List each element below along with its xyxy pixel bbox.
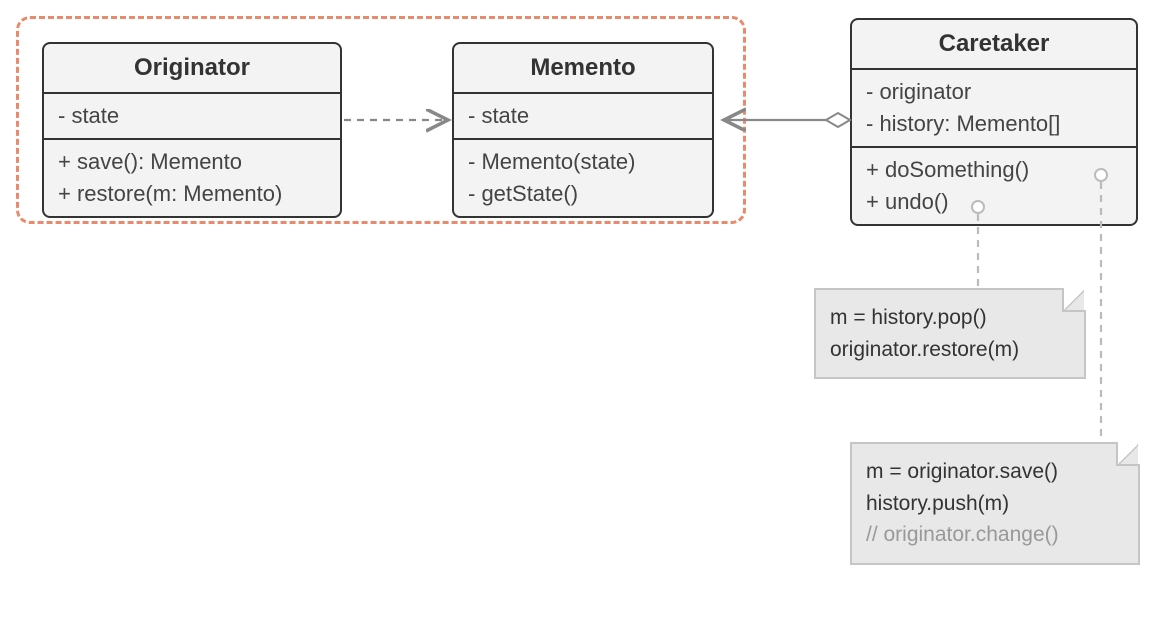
class-originator: Originator - state + save(): Memento + r… xyxy=(42,42,342,218)
field-line: - originator xyxy=(866,76,1122,108)
method-line: - Memento(state) xyxy=(468,146,698,178)
class-fields: - state xyxy=(44,94,340,140)
note-undo: m = history.pop() originator.restore(m) xyxy=(814,288,1086,379)
anchor-dot xyxy=(971,200,985,214)
field-line: - history: Memento[] xyxy=(866,108,1122,140)
method-line: + undo() xyxy=(866,186,1122,218)
anchor-dot xyxy=(1094,168,1108,182)
class-memento: Memento - state - Memento(state) - getSt… xyxy=(452,42,714,218)
class-fields: - originator - history: Memento[] xyxy=(852,70,1136,148)
paper-fold-icon xyxy=(1062,290,1084,312)
note-line: originator.restore(m) xyxy=(830,334,1070,366)
class-methods: - Memento(state) - getState() xyxy=(454,140,712,216)
class-title: Caretaker xyxy=(852,20,1136,70)
class-title: Originator xyxy=(44,44,340,94)
note-comment: // originator.change() xyxy=(866,519,1124,551)
class-caretaker: Caretaker - originator - history: Mement… xyxy=(850,18,1138,226)
method-line: + restore(m: Memento) xyxy=(58,178,326,210)
paper-fold-icon xyxy=(1116,444,1138,466)
method-line: + doSomething() xyxy=(866,154,1122,186)
aggregation-diamond-icon xyxy=(826,113,850,127)
class-methods: + save(): Memento + restore(m: Memento) xyxy=(44,140,340,216)
class-fields: - state xyxy=(454,94,712,140)
method-line: - getState() xyxy=(468,178,698,210)
class-title: Memento xyxy=(454,44,712,94)
field-line: - state xyxy=(58,100,326,132)
field-line: - state xyxy=(468,100,698,132)
note-line: m = originator.save() xyxy=(866,456,1124,488)
class-methods: + doSomething() + undo() xyxy=(852,148,1136,224)
method-line: + save(): Memento xyxy=(58,146,326,178)
note-dosomething: m = originator.save() history.push(m) //… xyxy=(850,442,1140,565)
note-line: history.push(m) xyxy=(866,488,1124,520)
note-line: m = history.pop() xyxy=(830,302,1070,334)
